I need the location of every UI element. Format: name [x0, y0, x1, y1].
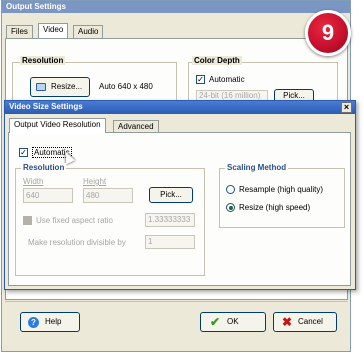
monitor-icon	[36, 83, 46, 91]
checkmark-icon: ✔	[210, 315, 221, 329]
height-field[interactable]: 480	[83, 188, 133, 203]
resolution-group-label: Resolution	[21, 163, 67, 172]
width-field[interactable]: 640	[23, 188, 73, 203]
help-button-label: Help	[45, 317, 62, 326]
output-settings-title: Output Settings	[2, 1, 350, 13]
tab-audio[interactable]: Audio	[73, 25, 104, 39]
height-label: Height	[83, 177, 107, 186]
screen: { "back_window": { "title": "Output Sett…	[0, 0, 364, 353]
step-badge-number: 9	[321, 20, 335, 45]
cancel-button-label: Cancel	[298, 317, 323, 326]
width-label: Width	[23, 177, 44, 186]
resample-radio[interactable]	[226, 185, 235, 194]
dialog-title: Video Size Settings	[9, 102, 83, 111]
close-icon[interactable]: ×	[341, 102, 352, 113]
color-depth-label: Color Depth	[192, 56, 242, 65]
video-size-dialog: Video Size Settings × Output Video Resol…	[4, 100, 356, 290]
back-automatic-label: Automatic	[209, 75, 245, 84]
back-resolution-label: Resolution	[20, 56, 66, 65]
resize-button-label: Resize...	[51, 82, 83, 91]
aspect-ratio-field[interactable]: 1.33333333	[145, 213, 195, 227]
scaling-group	[219, 168, 345, 228]
help-button[interactable]: ? Help	[20, 312, 80, 332]
resize-label: Resize (high speed)	[239, 203, 311, 212]
fixed-aspect-checkbox[interactable]	[23, 216, 32, 225]
tab-output-video-resolution[interactable]: Output Video Resolution	[9, 118, 106, 133]
divisible-field[interactable]: 1	[145, 235, 195, 249]
pick-button[interactable]: Pick...	[149, 187, 193, 203]
fixed-aspect-label: Use fixed aspect ratio	[36, 216, 113, 225]
automatic-checkbox[interactable]: ✓	[19, 148, 28, 157]
divisible-label: Make resolution divisible by	[28, 238, 126, 247]
scaling-group-label: Scaling Method	[225, 163, 289, 172]
resample-label: Resample (high quality)	[239, 185, 324, 194]
back-automatic-checkbox[interactable]: ✓	[196, 75, 205, 84]
tab-files[interactable]: Files	[6, 25, 33, 39]
tab-video[interactable]: Video	[38, 23, 69, 38]
resolution-text: Auto 640 x 480	[99, 82, 153, 91]
ok-button-label: OK	[227, 317, 239, 326]
resize-button[interactable]: Resize...	[30, 77, 90, 97]
x-icon: ✖	[282, 315, 293, 329]
help-icon: ?	[28, 317, 39, 328]
step-badge: 9	[305, 10, 351, 56]
resize-radio[interactable]	[226, 203, 235, 212]
cancel-button[interactable]: ✖ Cancel	[273, 312, 337, 332]
ok-button[interactable]: ✔ OK	[200, 312, 266, 332]
footer-divider	[5, 301, 348, 302]
